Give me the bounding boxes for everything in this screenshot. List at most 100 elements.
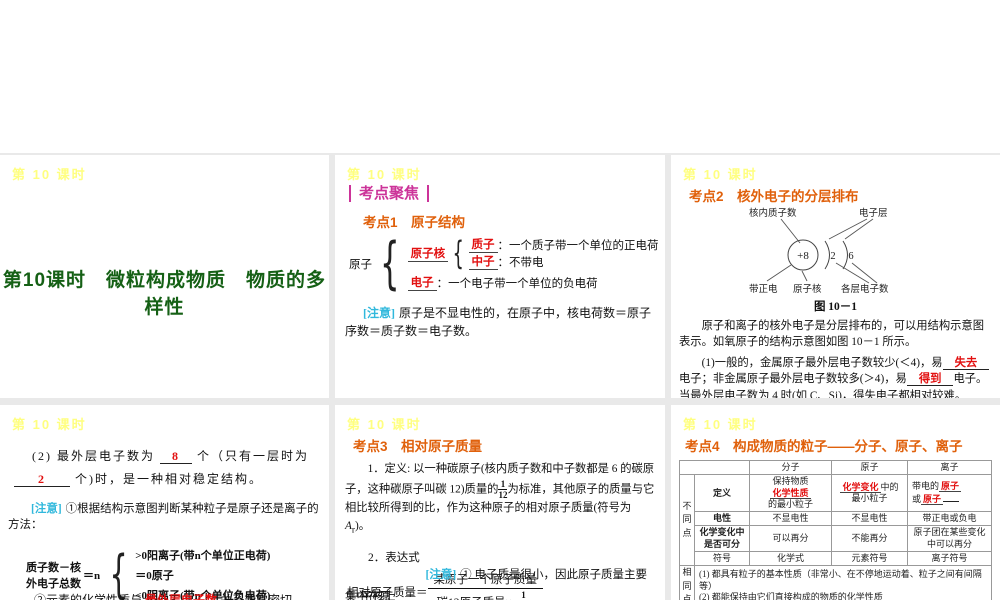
electron-desc: ：一个电子带一个单位的负电荷 bbox=[436, 277, 598, 290]
group-differences: 不同点 bbox=[679, 474, 695, 566]
note-tag: [注意] bbox=[363, 306, 395, 320]
heading-kaodian-3: 考点3 相对原子质量 bbox=[353, 439, 483, 454]
answer-atom-2: 原子 bbox=[921, 493, 944, 505]
atom-schematic-svg: 核内质子数 电子层 +8 2 6 带正电 原子核 各层电子数 bbox=[749, 207, 889, 295]
table-row-similarities: 相同点 (1) 都具有粒子的基本性质（非常小、在不停地运动着、粒子之间有间隔等）… bbox=[679, 565, 992, 600]
case-atom: ＝0原子 bbox=[135, 570, 174, 583]
outer-brace: { bbox=[380, 230, 400, 296]
note-paragraph: [注意] 原子是不显电性的，在原子中，核电荷数＝原子序数＝质子数＝电子数。 bbox=[335, 304, 665, 340]
slide-header-label: 第 10 课时 bbox=[12, 167, 87, 182]
slide-6[interactable]: 第 10 课时 考点4 构成物质的粒子——分子、原子、离子 分子 原子 离子 不… bbox=[671, 405, 1000, 600]
cell-molecule-divisibility: 可以再分 bbox=[749, 525, 832, 552]
diagram-label-inner-protons: 核内质子数 bbox=[749, 207, 797, 219]
proton-answer: 质子 bbox=[468, 236, 498, 253]
heading-kaodian-1: 考点1 原子结构 bbox=[363, 215, 466, 230]
answer-lose: 失去 bbox=[942, 356, 990, 370]
cell-molecule-charge: 不显电性 bbox=[749, 510, 832, 527]
formula-line2: 外电子总数 bbox=[26, 578, 81, 591]
expression-heading: 2．表达式 bbox=[345, 551, 420, 564]
neutron-answer: 中子 bbox=[468, 253, 498, 270]
col-header-ion: 离子 bbox=[907, 459, 992, 476]
blank-underline bbox=[943, 493, 960, 502]
para2-b: 个（只有一层时为 bbox=[197, 449, 310, 463]
electron-shell-arc-2 bbox=[842, 240, 848, 270]
cell-atom-divisibility: 不能再分 bbox=[831, 525, 908, 552]
formula-eq: ＝n bbox=[83, 570, 101, 583]
figure-caption: 图 10－1 bbox=[813, 301, 858, 313]
cell-molecule-symbol: 化学式 bbox=[749, 550, 832, 567]
slide-4[interactable]: 第 10 课时 (2) 最外层电子数为 8 个（只有一层时为 2 个)时，是一种… bbox=[0, 405, 329, 600]
inner-brace: { bbox=[452, 234, 464, 272]
shell-arrangement-paragraph: 原子和离子的核外电子是分层排布的，可以用结构示意图表示。如氧原子的结构示意图如图… bbox=[679, 320, 985, 349]
electron-answer: 电子 bbox=[407, 274, 437, 291]
table-row-symbol: 符号 化学式 元素符号 离子符号 bbox=[680, 550, 992, 567]
slide-header-label: 第 10 课时 bbox=[347, 417, 422, 432]
slide-1[interactable]: 第 10 课时 第10课时 微粒构成物质 物质的多样性 bbox=[0, 155, 329, 398]
table-row-charge: 电性 不显电性 不显电性 带正电或负电 bbox=[680, 510, 992, 527]
heading-kaodian-4: 考点4 构成物质的粒子——分子、原子、离子 bbox=[685, 439, 963, 454]
stable-structure-line-2: 2 个)时，是一种相对稳定结构。 bbox=[0, 468, 329, 491]
shell-count-1: 2 bbox=[830, 251, 835, 262]
cell-ion-charge: 带正电或负电 bbox=[907, 510, 992, 527]
slide-header-label: 第 10 课时 bbox=[683, 167, 758, 182]
slide-3[interactable]: 第 10 课时 考点2 核外电子的分层排布 核内质子数 电子层 +8 2 6 带… bbox=[671, 155, 1000, 398]
note-paragraph-continued: 子核上 bbox=[361, 591, 396, 600]
nucleus-answer: 原子核 bbox=[407, 245, 449, 262]
answer-8: 8 bbox=[160, 449, 192, 464]
diagram-label-positive: 带正电 bbox=[749, 283, 778, 295]
heading-kaodian-2: 考点2 核外电子的分层排布 bbox=[689, 189, 859, 204]
cell-atom-charge: 不显电性 bbox=[831, 510, 908, 527]
slide-header-label: 第 10 课时 bbox=[12, 417, 87, 432]
nucleus-charge: +8 bbox=[797, 250, 809, 262]
metal-nonmetal-paragraph: (1)一般的，金属原子最外层电子数较少(＜4)，易 失去电子；非金属原子最外层电子… bbox=[671, 355, 1000, 398]
slide-grid: 第 10 课时 第10课时 微粒构成物质 物质的多样性 第 10 课时 考点聚焦… bbox=[0, 153, 1000, 600]
para1-a: (1)一般的，金属原子最外层电子数较少(＜4)，易 bbox=[679, 356, 943, 369]
group-similarities: 相同点 bbox=[679, 565, 695, 600]
definition-paragraph: 1．定义: 以一种碳原子(核内质子数和中子数都是 6 的碳原子，这种碳原子叫碳 … bbox=[335, 461, 665, 538]
cell-ion-symbol: 离子符号 bbox=[907, 550, 992, 567]
answer-chemical-property: 化学性质 bbox=[770, 487, 811, 499]
atom-label: 原子 bbox=[349, 258, 372, 271]
note-tag: [注意] bbox=[31, 502, 62, 515]
note-tag: [注意] bbox=[425, 569, 457, 581]
cell-molecule-definition: 保持物质 化学性质 的最小粒子 bbox=[749, 474, 832, 512]
diagram-label-shells: 电子层 bbox=[859, 207, 888, 219]
row-label-symbol: 符号 bbox=[694, 550, 750, 567]
cell-ion-definition: 带电的 原子 或原子 bbox=[907, 474, 992, 512]
case-cation: >0阳离子(带n个单位正电荷) bbox=[135, 550, 271, 563]
table-row-divisibility: 化学变化中是否可分 可以再分 不能再分 原子团在某些变化中可以再分 bbox=[680, 525, 992, 552]
proton-desc: ：一个质子带一个单位的正电荷 bbox=[497, 239, 659, 252]
header-empty-cell bbox=[679, 459, 750, 476]
atom-structure-brace-diagram: 原子 { 原子核 { 质子 ：一个质子带一个单位的正电荷 中子 ：不带电 电子 … bbox=[349, 235, 665, 292]
para2-a: (2) 最外层电子数为 bbox=[32, 449, 155, 463]
row-label-charge: 电性 bbox=[694, 510, 750, 527]
oxygen-atom-diagram: 核内质子数 电子层 +8 2 6 带正电 原子核 各层电子数 图 10－1 bbox=[741, 205, 931, 314]
slide-5[interactable]: 第 10 课时 考点3 相对原子质量 1．定义: 以一种碳原子(核内质子数和中子… bbox=[335, 405, 665, 600]
answer-atom-1: 原子 bbox=[939, 481, 962, 493]
answer-outer-electrons: 最外层电子数 bbox=[142, 593, 221, 600]
para2-c: 个)时，是一种相对稳定结构。 bbox=[75, 471, 263, 486]
section-title-kaodian-jujiao: 考点聚焦 bbox=[349, 185, 430, 203]
neutron-desc: ：不带电 bbox=[497, 256, 544, 269]
slide-header-label: 第 10 课时 bbox=[347, 167, 422, 182]
para3-b: 关系非常密切. bbox=[220, 593, 296, 600]
diagram-label-nucleus: 原子核 bbox=[793, 283, 822, 295]
col-header-atom: 原子 bbox=[831, 459, 908, 476]
row-label-definition: 定义 bbox=[694, 474, 750, 512]
cell-similarities: (1) 都具有粒子的基本性质（非常小、在不停地运动着、粒子之间有间隔等） (2)… bbox=[694, 565, 992, 600]
symbol-A: A bbox=[345, 519, 352, 532]
cell-atom-symbol: 元素符号 bbox=[831, 550, 908, 567]
para3-a: ②元素的化学性质与 bbox=[34, 593, 143, 600]
chemical-property-line: ②元素的化学性质与 最外层电子数 关系非常密切. bbox=[34, 591, 295, 600]
cell-atom-definition: 化学变化 中的 最小粒子 bbox=[831, 474, 908, 512]
answer-2: 2 bbox=[14, 471, 70, 487]
def-c: )。 bbox=[355, 519, 371, 532]
note-paragraph: [注意] ①根据结构示意图判断某种粒子是原子还是离子的方法： bbox=[0, 501, 329, 534]
answer-gain: 得到 bbox=[906, 373, 954, 387]
electron-shell-arc-1 bbox=[824, 240, 830, 270]
slide-2[interactable]: 第 10 课时 考点聚焦 考点1 原子结构 原子 { 原子核 { 质子 ：一个质… bbox=[335, 155, 665, 398]
diagram-label-per-shell: 各层电子数 bbox=[841, 283, 889, 295]
cell-ion-divisibility: 原子团在某些变化中可以再分 bbox=[907, 525, 992, 552]
shell-count-2: 6 bbox=[848, 251, 853, 262]
particles-comparison-table: 分子 原子 离子 不同点 定义 保持物质 化学性质 的最小粒子 化学变化 中的 最… bbox=[679, 459, 992, 600]
